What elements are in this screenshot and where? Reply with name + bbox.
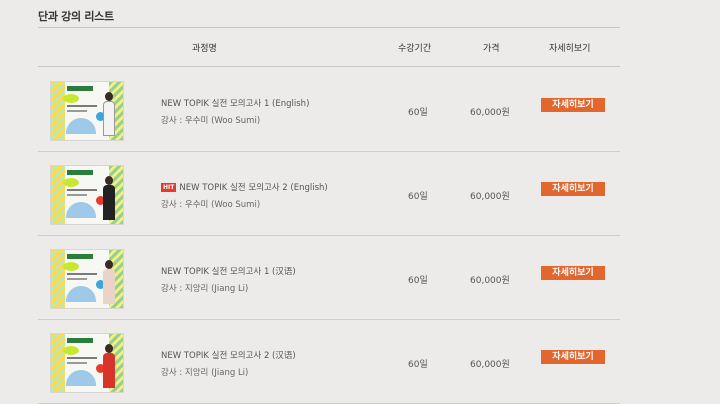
detail-button[interactable]: 자세히보기	[541, 98, 605, 112]
table-row: HIT NEW TOPIK 실전 모의고사 2 (English) 강사 : 우수…	[38, 151, 620, 236]
detail-button[interactable]: 자세히보기	[541, 350, 605, 364]
period: 60일	[408, 276, 428, 286]
course-title-text: NEW TOPIK 실전 모의고사 1 (汉语)	[161, 267, 296, 277]
hit-badge: HIT	[161, 183, 177, 192]
instructor: 강사 : 지앙리 (Jiang Li)	[161, 284, 249, 294]
period: 60일	[408, 108, 428, 118]
course-thumbnail[interactable]	[51, 334, 123, 392]
table-row: NEW TOPIK 실전 모의고사 1 (English) 강사 : 우수미 (…	[38, 67, 620, 152]
course-title-link[interactable]: NEW TOPIK 실전 모의고사 1 (汉语)	[161, 265, 296, 277]
course-title-text: NEW TOPIK 실전 모의고사 2 (English)	[179, 183, 328, 193]
header-course: 과정명	[192, 44, 217, 54]
header-period: 수강기간	[398, 44, 432, 54]
price: 60,000원	[470, 276, 510, 286]
instructor: 강사 : 우수미 (Woo Sumi)	[161, 200, 261, 210]
header-detail: 자세히보기	[549, 44, 591, 54]
section-title: 단과 강의 리스트	[38, 10, 114, 23]
course-thumbnail[interactable]	[51, 166, 123, 224]
table-header: 과정명 수강기간 가격 자세히보기	[38, 28, 620, 66]
instructor: 강사 : 우수미 (Woo Sumi)	[161, 116, 261, 126]
table-row: NEW TOPIK 실전 모의고사 1 (汉语) 강사 : 지앙리 (Jiang…	[38, 235, 620, 320]
price: 60,000원	[470, 108, 510, 118]
course-title-link[interactable]: HIT NEW TOPIK 실전 모의고사 2 (English)	[161, 181, 328, 193]
price: 60,000원	[470, 360, 510, 370]
period: 60일	[408, 192, 428, 202]
header-price: 가격	[483, 44, 500, 54]
instructor: 강사 : 지앙리 (Jiang Li)	[161, 368, 249, 378]
course-thumbnail[interactable]	[51, 82, 123, 140]
course-title-link[interactable]: NEW TOPIK 실전 모의고사 1 (English)	[161, 97, 309, 109]
course-thumbnail[interactable]	[51, 250, 123, 308]
table-row: NEW TOPIK 실전 모의고사 2 (汉语) 강사 : 지앙리 (Jiang…	[38, 319, 620, 404]
period: 60일	[408, 360, 428, 370]
detail-button[interactable]: 자세히보기	[541, 182, 605, 196]
course-title-text: NEW TOPIK 실전 모의고사 1 (English)	[161, 99, 310, 109]
price: 60,000원	[470, 192, 510, 202]
course-title-text: NEW TOPIK 실전 모의고사 2 (汉语)	[161, 351, 296, 361]
course-title-link[interactable]: NEW TOPIK 실전 모의고사 2 (汉语)	[161, 349, 296, 361]
detail-button[interactable]: 자세히보기	[541, 266, 605, 280]
